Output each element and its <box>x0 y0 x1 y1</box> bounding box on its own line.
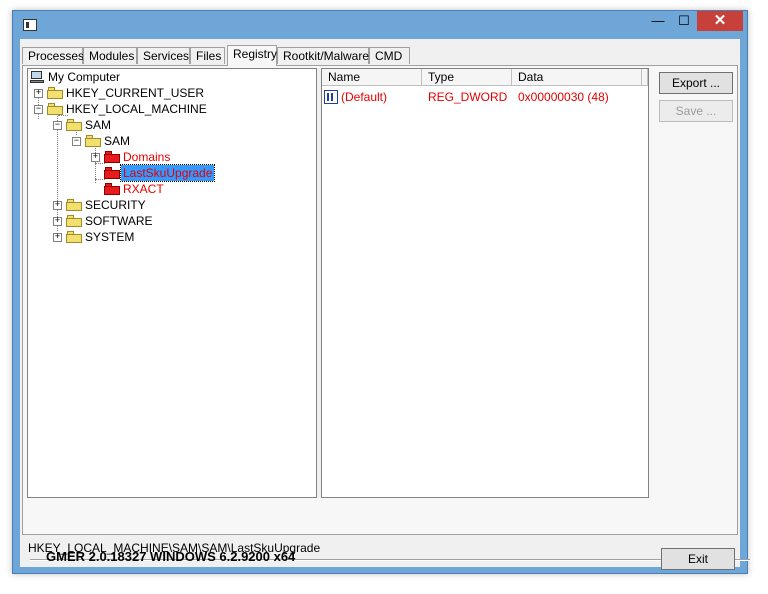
registry-value-icon <box>324 90 338 104</box>
maximize-button[interactable]: ☐ <box>671 11 697 31</box>
collapse-icon[interactable]: − <box>34 105 43 114</box>
tab-registry[interactable]: Registry <box>227 45 277 66</box>
minimize-button[interactable]: — <box>645 11 671 31</box>
tree-label: RXACT <box>123 182 164 196</box>
expand-icon[interactable]: + <box>91 153 100 162</box>
close-button[interactable]: ✕ <box>697 11 743 31</box>
open-folder-icon <box>104 167 120 179</box>
expand-icon[interactable]: + <box>53 217 62 226</box>
folder-icon <box>66 231 82 243</box>
column-header-name[interactable]: Name <box>322 69 422 86</box>
tab-rootkit-malware[interactable]: Rootkit/Malware <box>277 47 369 64</box>
tree-label: HKEY_CURRENT_USER <box>66 86 205 100</box>
app-icon <box>23 19 37 31</box>
tree-label: SYSTEM <box>85 230 135 244</box>
tab-processes[interactable]: Processes <box>22 47 84 64</box>
folder-icon <box>47 87 63 99</box>
gmer-window: — ☐ ✕ Processes Modules Services Files R… <box>12 10 750 574</box>
expand-icon[interactable]: + <box>53 233 62 242</box>
value-data: 0x00000030 (48) <box>518 90 609 104</box>
folder-icon <box>85 135 101 147</box>
version-info: GMER 2.0.18327 WINDOWS 6.2.9200 x64 <box>46 549 296 564</box>
column-header-data[interactable]: Data <box>512 69 642 86</box>
collapse-icon[interactable]: − <box>53 121 62 130</box>
tree-label: SAM <box>104 134 131 148</box>
folder-icon <box>66 119 82 131</box>
registry-tree[interactable]: My Computer + HKEY_CURRENT_USER − HKEY_L… <box>27 68 317 498</box>
registry-panel: My Computer + HKEY_CURRENT_USER − HKEY_L… <box>22 65 738 535</box>
tree-label: My Computer <box>48 70 121 84</box>
collapse-icon[interactable]: − <box>72 137 81 146</box>
tree-label: HKEY_LOCAL_MACHINE <box>66 102 207 116</box>
client-area: Processes Modules Services Files Registr… <box>20 39 750 570</box>
values-list[interactable]: Name Type Data (Default) REG_DWORD 0x000… <box>321 68 649 498</box>
value-name: (Default) <box>341 90 388 104</box>
tree-label: Domains <box>123 150 171 164</box>
column-header-type[interactable]: Type <box>422 69 512 86</box>
tab-files[interactable]: Files <box>190 47 225 64</box>
tree-label: SOFTWARE <box>85 214 153 228</box>
folder-icon <box>104 151 120 163</box>
computer-icon <box>30 71 44 83</box>
save-button: Save ... <box>659 100 733 122</box>
tree-label: SAM <box>85 118 112 132</box>
expand-icon[interactable]: + <box>34 89 43 98</box>
value-type: REG_DWORD <box>428 90 508 104</box>
folder-icon <box>104 183 120 195</box>
tab-cmd[interactable]: CMD <box>369 47 410 64</box>
export-button[interactable]: Export ... <box>659 72 733 94</box>
folder-icon <box>66 199 82 211</box>
tree-label-selected: LastSkuUpgrade <box>119 164 216 182</box>
title-bar[interactable]: — ☐ ✕ <box>13 11 747 39</box>
expand-icon[interactable]: + <box>53 201 62 210</box>
tab-modules[interactable]: Modules <box>83 47 137 64</box>
folder-icon <box>66 215 82 227</box>
tree-connector <box>95 179 105 180</box>
exit-button[interactable]: Exit <box>661 548 735 570</box>
table-row[interactable]: (Default) REG_DWORD 0x00000030 (48) <box>324 89 644 105</box>
folder-icon <box>47 103 63 115</box>
tree-connector <box>95 163 105 164</box>
column-header-filler <box>642 69 648 86</box>
tab-services[interactable]: Services <box>137 47 190 64</box>
tree-label: SECURITY <box>85 198 146 212</box>
